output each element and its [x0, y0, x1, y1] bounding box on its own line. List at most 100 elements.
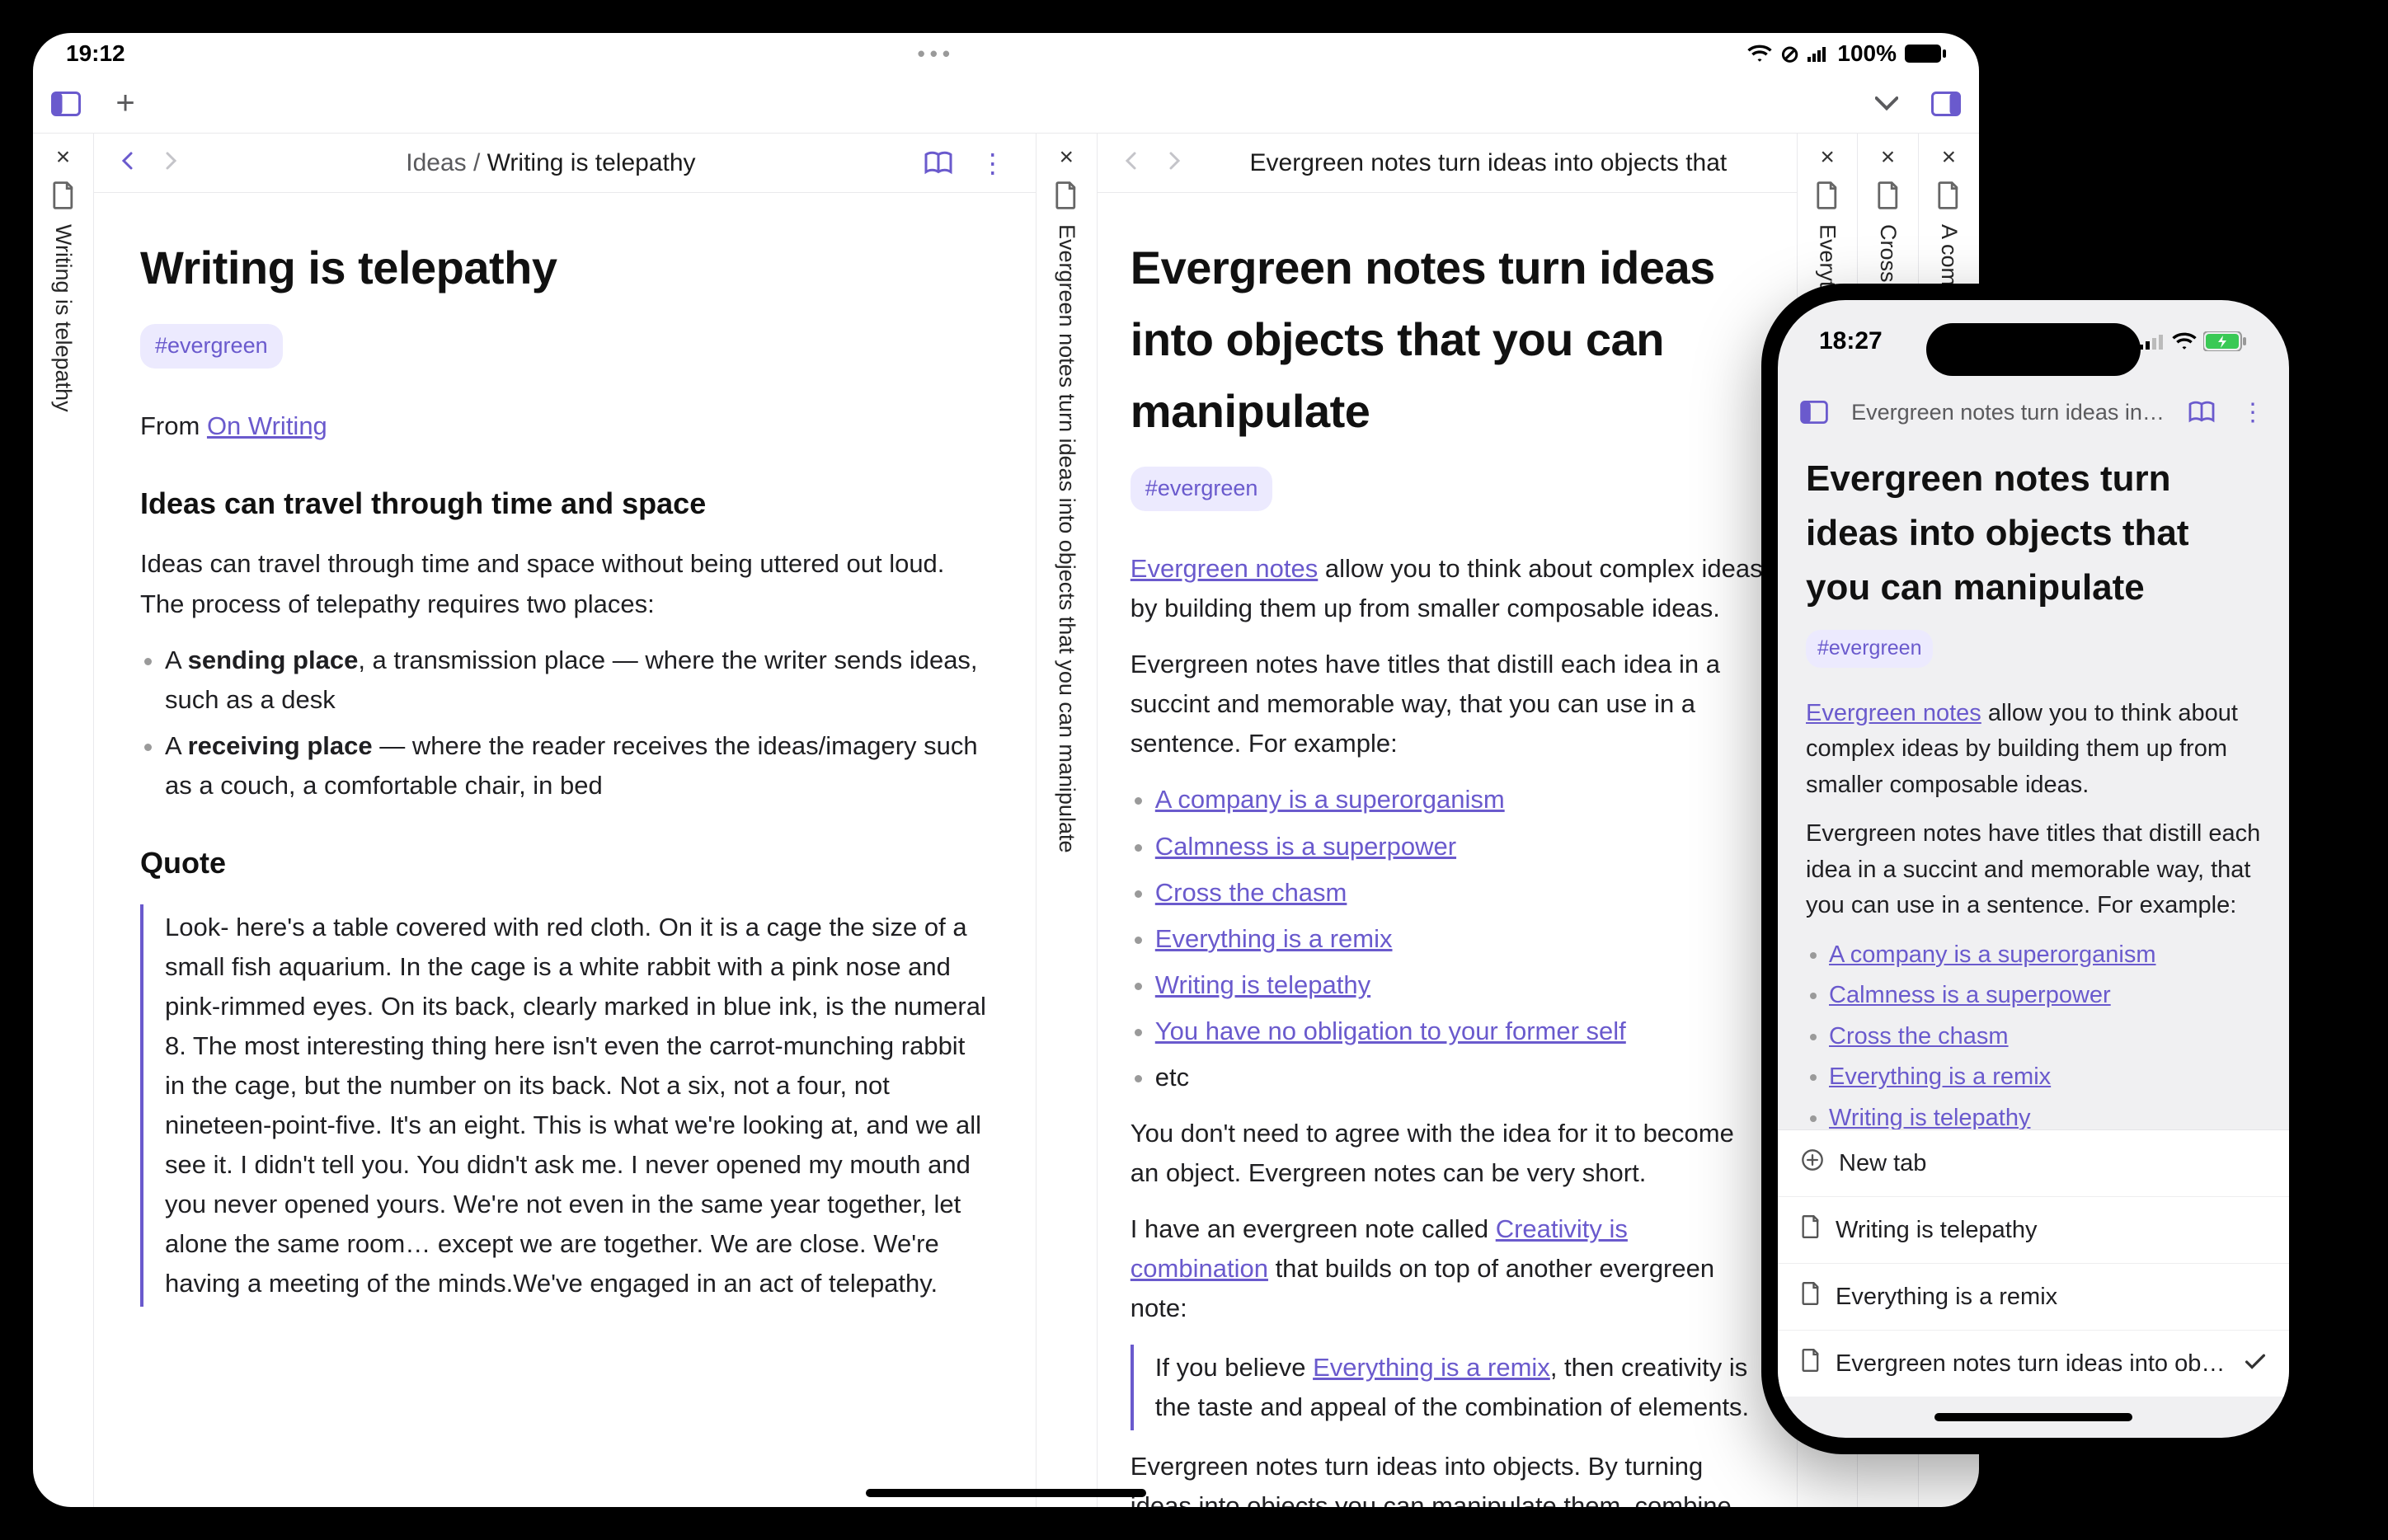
- document-icon: [1055, 181, 1078, 209]
- vtab-mid[interactable]: × Evergreen notes turn ideas into object…: [1037, 134, 1098, 1507]
- pane-head: Evergreen notes turn ideas into objects …: [1098, 134, 1797, 193]
- note-link[interactable]: A company is a superorganism: [1155, 785, 1505, 814]
- note-link[interactable]: Everything is a remix: [1829, 1063, 2051, 1090]
- right-sidebar-icon[interactable]: [1928, 86, 1964, 122]
- list-item: Cross the chasm: [1155, 873, 1764, 913]
- list-item: Calmness is a superpower: [1829, 978, 2261, 1014]
- links-list: A company is a superorganism Calmness is…: [1829, 937, 2261, 1130]
- list-item: Writing is telepathy: [1155, 965, 1764, 1005]
- reader-mode-icon[interactable]: [2184, 394, 2220, 430]
- note-link[interactable]: Cross the chasm: [1829, 1023, 2009, 1049]
- para-objects: Evergreen notes turn ideas into objects.…: [1131, 1447, 1764, 1507]
- close-icon[interactable]: ×: [1942, 143, 1957, 171]
- signal-icon: [2139, 333, 2165, 350]
- note-link[interactable]: Cross the chasm: [1155, 878, 1347, 907]
- reader-mode-icon[interactable]: [920, 145, 957, 181]
- blockquote: Look- here's a table covered with red cl…: [140, 904, 990, 1307]
- blockquote: If you believe Everything is a remix, th…: [1131, 1345, 1764, 1430]
- breadcrumb-parent: Ideas: [406, 149, 466, 176]
- list-item: Cross the chasm: [1829, 1019, 2261, 1055]
- note-link[interactable]: Everything is a remix: [1155, 924, 1393, 953]
- breadcrumb[interactable]: Ideas / Writing is telepathy: [201, 149, 900, 177]
- list-item: You have no obligation to your former se…: [1155, 1012, 1764, 1051]
- new-tab-row[interactable]: New tab: [1778, 1130, 2289, 1197]
- tag-evergreen[interactable]: #evergreen: [1806, 630, 1933, 668]
- pane-head: Ideas / Writing is telepathy ⋮: [94, 134, 1036, 193]
- sidebar-toggle-icon[interactable]: [48, 86, 84, 122]
- close-icon[interactable]: ×: [1060, 143, 1074, 171]
- tab-row[interactable]: Everything is a remix: [1778, 1264, 2289, 1331]
- breadcrumb[interactable]: Evergreen notes turn ideas into objects …: [1205, 149, 1772, 177]
- vtab-left[interactable]: × Writing is telepathy: [33, 134, 94, 1507]
- iphone-device: 18:27 Evergreen notes turn ideas in… ⋮ E…: [1761, 284, 2306, 1454]
- list-places: A sending place, a transmission place — …: [165, 641, 990, 805]
- document-icon: [1816, 181, 1839, 209]
- nav-forward-icon[interactable]: [160, 151, 181, 175]
- phone-title[interactable]: Evergreen notes turn ideas in…: [1847, 400, 2169, 425]
- nav-forward-icon[interactable]: [1163, 151, 1185, 175]
- multitask-dots[interactable]: •••: [125, 41, 1747, 67]
- nav-back-icon[interactable]: [119, 151, 140, 175]
- list-item: A company is a superorganism: [1155, 780, 1764, 819]
- list-item: Writing is telepathy: [1829, 1101, 2261, 1130]
- note-link[interactable]: Calmness is a superpower: [1829, 982, 2111, 1008]
- heading-quote: Quote: [140, 840, 990, 886]
- vtab-label: Writing is telepathy: [50, 224, 76, 412]
- check-icon: [2245, 1350, 2266, 1378]
- home-indicator[interactable]: [1778, 1397, 2289, 1438]
- tab-row-active[interactable]: Evergreen notes turn ideas into objects …: [1778, 1331, 2289, 1397]
- note-link[interactable]: A company is a superorganism: [1829, 941, 2156, 968]
- link-evergreen-notes[interactable]: Evergreen notes: [1806, 700, 1981, 726]
- more-icon[interactable]: ⋮: [2235, 394, 2271, 430]
- home-indicator[interactable]: [866, 1489, 1146, 1497]
- wifi-icon: [1747, 45, 1772, 63]
- note-title: Evergreen notes turn ideas into objects …: [1806, 452, 2261, 615]
- tag-evergreen[interactable]: #evergreen: [140, 324, 283, 369]
- heading-ideas-travel: Ideas can travel through time and space: [140, 481, 990, 527]
- close-icon[interactable]: ×: [56, 143, 71, 171]
- list-item: A sending place, a transmission place — …: [165, 641, 990, 720]
- list-item: A company is a superorganism: [1829, 937, 2261, 974]
- note-link[interactable]: Writing is telepathy: [1155, 970, 1370, 999]
- status-time: 19:12: [66, 40, 125, 67]
- para-intro: Evergreen notes allow you to think about…: [1131, 549, 1764, 628]
- sidebar-toggle-icon[interactable]: [1796, 394, 1832, 430]
- para-titles: Evergreen notes have titles that distill…: [1806, 816, 2261, 924]
- note-link[interactable]: You have no obligation to your former se…: [1155, 1016, 1626, 1045]
- orientation-lock-icon: ⊘: [1780, 40, 1799, 68]
- battery-pct: 100%: [1837, 40, 1897, 67]
- chevron-down-icon[interactable]: [1869, 86, 1905, 122]
- close-icon[interactable]: ×: [1881, 143, 1896, 171]
- note-body-1[interactable]: Writing is telepathy #evergreen From On …: [94, 193, 1036, 1507]
- list-item: Everything is a remix: [1829, 1059, 2261, 1096]
- note-link[interactable]: Calmness is a superpower: [1155, 832, 1456, 861]
- new-tab-icon[interactable]: +: [107, 86, 143, 122]
- note-body-2[interactable]: Evergreen notes turn ideas into objects …: [1098, 193, 1797, 1507]
- para-intro: Evergreen notes allow you to think about…: [1806, 696, 2261, 804]
- link-evergreen-notes[interactable]: Evergreen notes: [1131, 554, 1318, 583]
- note-link[interactable]: Writing is telepathy: [1829, 1105, 2030, 1130]
- close-icon[interactable]: ×: [1820, 143, 1835, 171]
- phone-note-body[interactable]: Evergreen notes turn ideas into objects …: [1778, 442, 2289, 1129]
- para-titles: Evergreen notes have titles that distill…: [1131, 645, 1764, 763]
- para-creativity: I have an evergreen note called Creativi…: [1131, 1209, 1764, 1328]
- para-telepathy: Ideas can travel through time and space …: [140, 544, 990, 623]
- phone-toolbar: Evergreen notes turn ideas in… ⋮: [1778, 383, 2289, 442]
- tag-evergreen[interactable]: #evergreen: [1131, 467, 1273, 511]
- main-toolbar: +: [33, 74, 1979, 134]
- battery-icon: [1905, 45, 1946, 63]
- links-list: A company is a superorganism Calmness is…: [1155, 780, 1764, 1096]
- link-remix[interactable]: Everything is a remix: [1313, 1353, 1550, 1382]
- tab-label: Everything is a remix: [1836, 1284, 2057, 1311]
- status-time: 18:27: [1819, 327, 1883, 355]
- more-icon[interactable]: ⋮: [975, 145, 1011, 181]
- link-on-writing[interactable]: On Writing: [207, 411, 327, 440]
- plus-circle-icon: [1801, 1148, 1824, 1178]
- nav-back-icon[interactable]: [1122, 151, 1144, 175]
- document-icon: [1801, 1282, 1821, 1312]
- breadcrumb-current: Writing is telepathy: [487, 149, 696, 176]
- tab-row[interactable]: Writing is telepathy: [1778, 1197, 2289, 1264]
- document-icon: [1801, 1349, 1821, 1378]
- document-icon: [1877, 181, 1900, 209]
- list-item: Everything is a remix: [1155, 919, 1764, 959]
